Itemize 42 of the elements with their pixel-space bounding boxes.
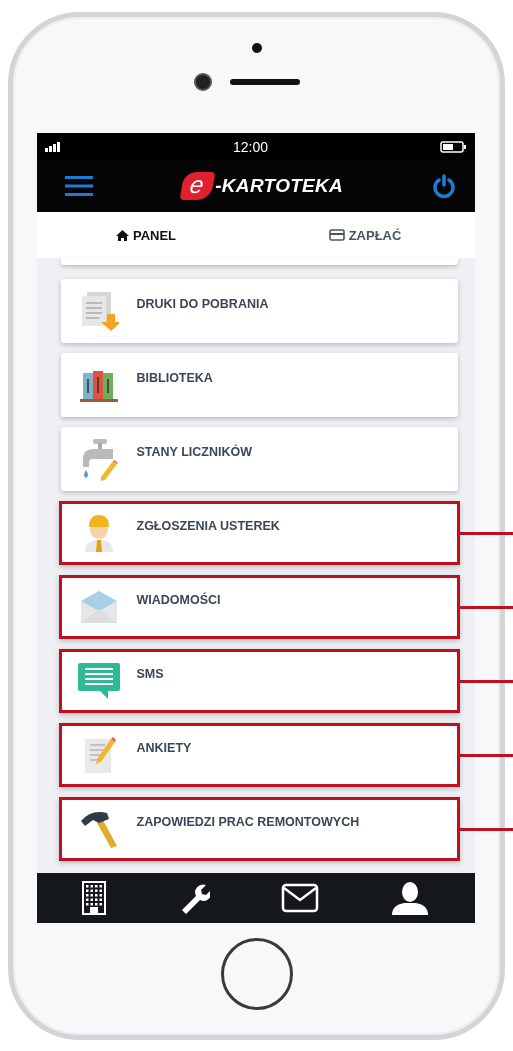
- menu-card[interactable]: STANY LICZNIKÓW: [60, 427, 458, 491]
- menu-card[interactable]: ZAPOWIEDZI PRAC REMONTOWYCH: [58, 797, 460, 861]
- menu-label: SMS: [136, 667, 164, 681]
- logo-text: -KARTOTEKA: [215, 175, 344, 197]
- menu-card[interactable]: WIADOMOŚCI: [58, 575, 460, 639]
- envelope-icon: [78, 589, 119, 625]
- chat-icon: [76, 661, 121, 701]
- battery-icon: [440, 140, 467, 153]
- menu-label: BIBLIOTEKA: [136, 371, 213, 385]
- leader-line: [457, 827, 513, 831]
- menu-label: ZAPOWIEDZI PRAC REMONTOWYCH: [136, 815, 360, 829]
- sensor-dot: [251, 43, 262, 53]
- logo-mark: e: [179, 172, 216, 200]
- building-icon[interactable]: [82, 881, 107, 915]
- mail-icon[interactable]: [281, 883, 320, 913]
- menu-card[interactable]: DRUKI DO POBRANIA: [60, 279, 458, 343]
- leader-line: [457, 531, 513, 535]
- menu-label: ANKIETY: [136, 741, 192, 755]
- menu-card[interactable]: ANKIETY: [58, 723, 460, 787]
- menu-card[interactable]: ZGŁOSZENIA USTEREK: [58, 501, 460, 565]
- camera-lens: [193, 73, 212, 91]
- leader-line: [457, 605, 513, 609]
- signal-icon: [44, 141, 61, 152]
- menu-label: STANY LICZNIKÓW: [136, 445, 252, 459]
- speaker-grille: [229, 79, 300, 85]
- status-time: 12:00: [232, 138, 268, 155]
- menu-label: WIADOMOŚCI: [136, 593, 221, 607]
- menu-label: DRUKI DO POBRANIA: [136, 297, 269, 311]
- credit-card-icon: [328, 229, 345, 241]
- leader-line: [457, 679, 513, 683]
- home-icon: [115, 229, 129, 241]
- person-icon[interactable]: [390, 881, 429, 915]
- power-icon[interactable]: [432, 174, 455, 198]
- menu-card[interactable]: SMS: [58, 649, 460, 713]
- menu-card[interactable]: BIBLIOTEKA: [60, 353, 458, 417]
- menu-icon[interactable]: [64, 175, 93, 197]
- menu-label: ZGŁOSZENIA USTEREK: [136, 519, 280, 533]
- leader-line: [457, 753, 513, 757]
- tab[interactable]: ZAPŁAĆ: [255, 212, 475, 258]
- hammer-icon: [78, 809, 119, 849]
- home-button[interactable]: [220, 938, 293, 1010]
- tab[interactable]: PANEL: [36, 212, 256, 258]
